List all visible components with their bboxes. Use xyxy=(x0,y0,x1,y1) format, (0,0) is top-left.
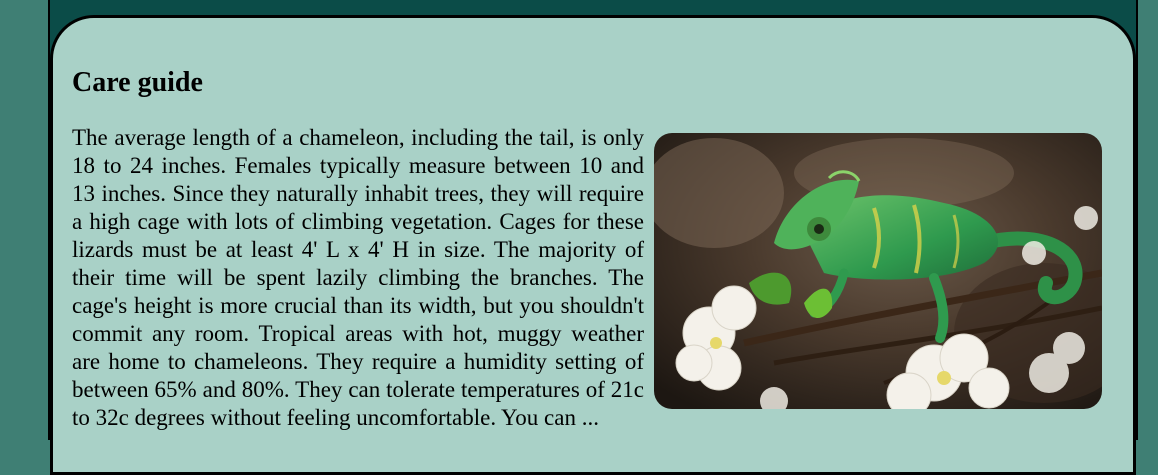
chameleon-photo xyxy=(654,133,1102,409)
care-guide-card: Care guide The average length of a chame… xyxy=(50,15,1136,475)
section-title: Care guide xyxy=(72,67,203,98)
care-guide-text: The average length of a chameleon, inclu… xyxy=(72,125,644,430)
